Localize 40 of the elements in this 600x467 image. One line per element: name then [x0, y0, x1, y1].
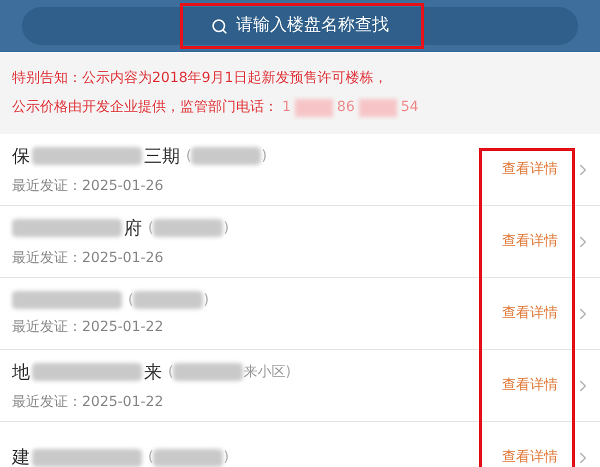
- blurred-text: [191, 147, 262, 165]
- bracket: (: [148, 218, 154, 238]
- project-name: 府: [124, 216, 142, 240]
- bracket: ): [223, 218, 229, 238]
- details-link[interactable]: 查看详情: [502, 159, 558, 180]
- details-link[interactable]: 查看详情: [502, 447, 558, 467]
- phone-fragment: 1: [282, 98, 291, 117]
- blurred-text: [133, 291, 204, 309]
- blurred-text: [358, 98, 397, 116]
- blurred-text: [294, 98, 333, 116]
- notice-text: 特别告知：公示内容为2018年9月1日起新发预售许可楼栋，: [12, 69, 388, 88]
- project-note: 来小区: [243, 362, 286, 382]
- issue-date: 最近发证：2025-01-22: [12, 318, 164, 336]
- search-icon: [211, 18, 228, 34]
- blurred-text: [153, 219, 224, 237]
- project-name: 保: [12, 144, 30, 168]
- notice-text: 公示价格由开发企业提供，监管部门电话：: [12, 98, 278, 117]
- project-name: 三期: [144, 144, 180, 168]
- project-name: 建: [12, 446, 30, 467]
- details-link[interactable]: 查看详情: [502, 375, 558, 396]
- bracket: (: [128, 290, 134, 310]
- search-placeholder: 请输入楼盘名称查找: [236, 14, 389, 38]
- phone-fragment: 54: [400, 98, 419, 117]
- project-name: 地: [12, 360, 30, 384]
- issue-date: 最近发证：2025-01-26: [12, 176, 164, 196]
- bracket: ): [261, 146, 267, 166]
- issue-date: 最近发证：2025-01-26: [12, 248, 164, 268]
- bracket: ): [223, 448, 229, 467]
- issue-date: 最近发证：2025-01-22: [12, 392, 164, 412]
- bracket: ): [285, 362, 291, 382]
- bracket: (: [186, 146, 192, 166]
- details-link[interactable]: 查看详情: [502, 231, 558, 252]
- blurred-text: [173, 363, 244, 381]
- phone-fragment: 86: [336, 98, 355, 117]
- project-name: 来: [144, 360, 162, 384]
- bracket: (: [168, 362, 174, 382]
- details-link[interactable]: 查看详情: [502, 303, 558, 324]
- bracket: ): [203, 290, 209, 310]
- blurred-text: [153, 448, 224, 466]
- bracket: (: [148, 448, 154, 467]
